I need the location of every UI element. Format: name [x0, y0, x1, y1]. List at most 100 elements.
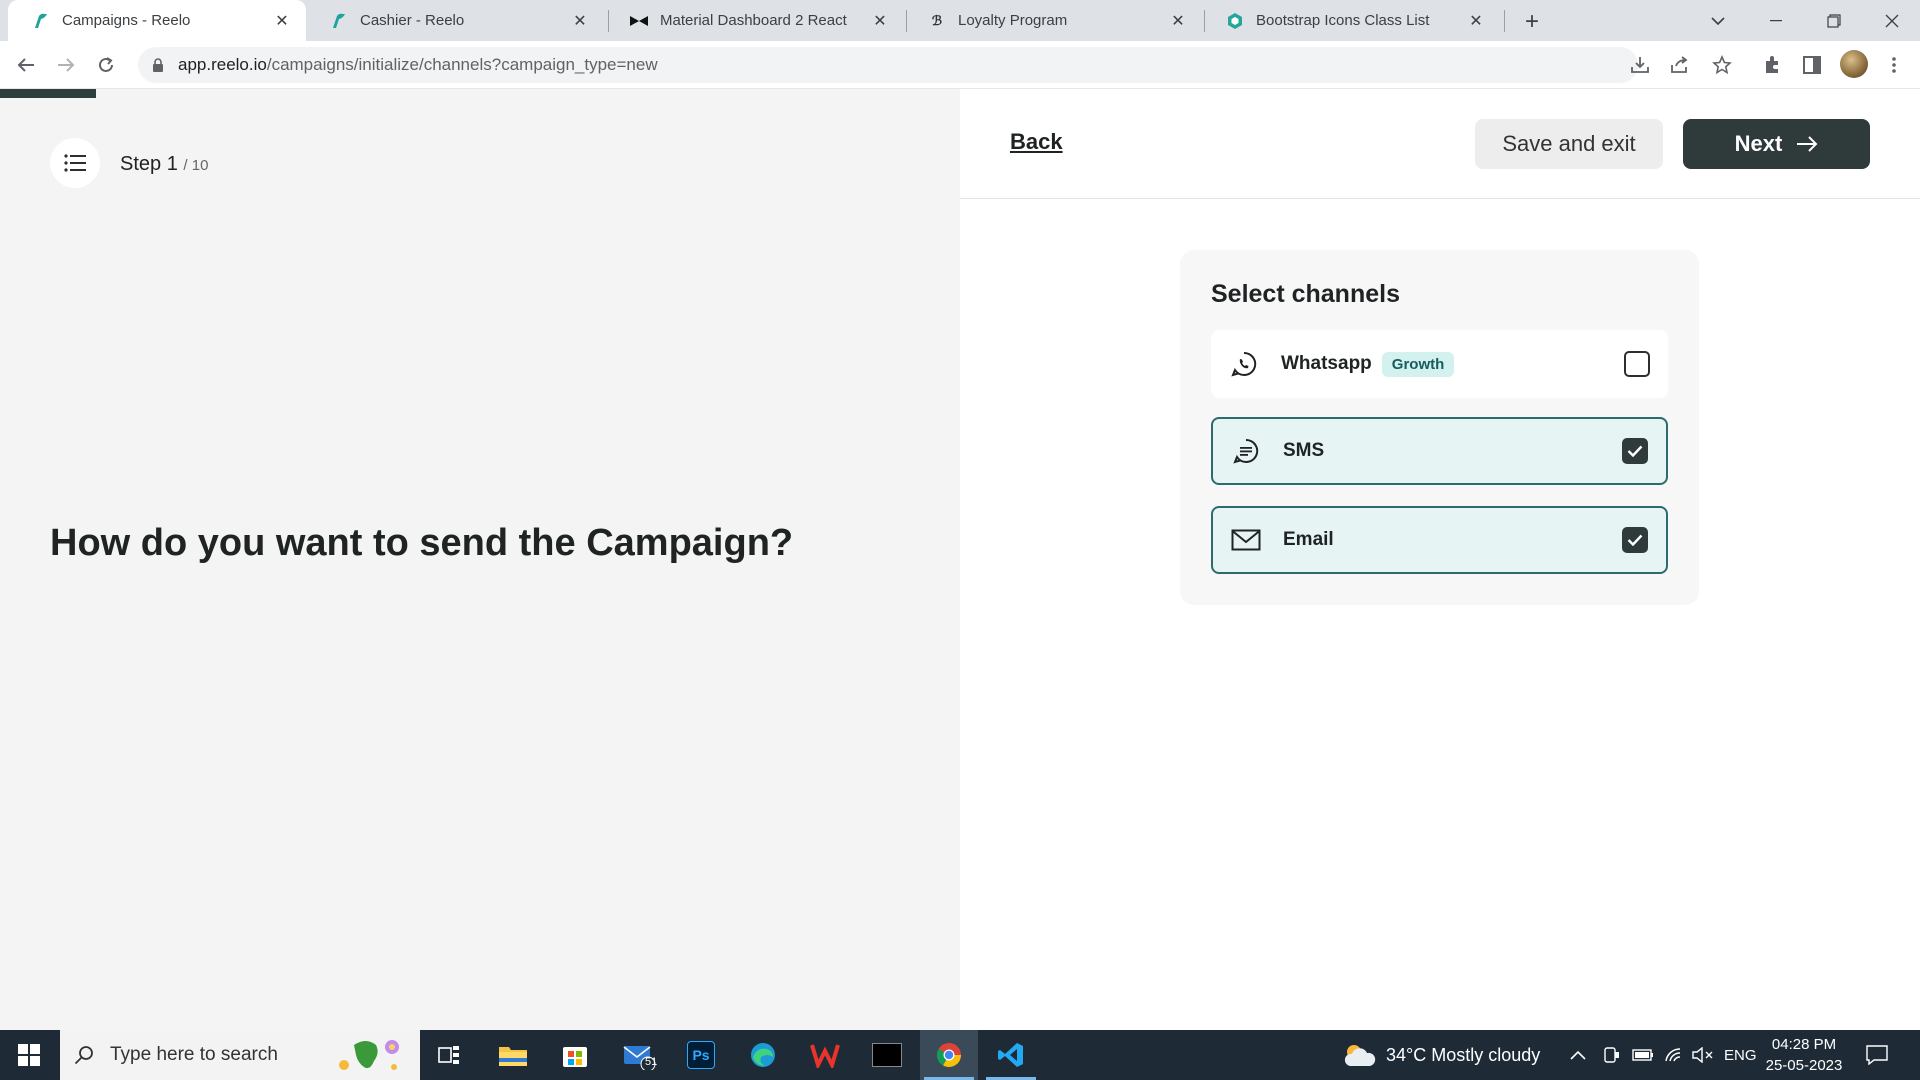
- tab-cashier-reelo[interactable]: Cashier - Reelo ✕: [306, 0, 604, 41]
- lock-icon: [152, 58, 166, 72]
- reelo-icon: [330, 12, 348, 30]
- share-icon[interactable]: [1668, 53, 1692, 77]
- clock[interactable]: 04:28 PM 25-05-2023: [1764, 1034, 1844, 1076]
- channel-option-email[interactable]: Email: [1211, 506, 1668, 574]
- install-app-icon[interactable]: [1628, 53, 1652, 77]
- wps-office-icon[interactable]: [796, 1030, 854, 1080]
- back-arrow-icon[interactable]: [12, 51, 40, 79]
- step-indicator: Step 1 / 10: [120, 153, 208, 176]
- channel-name: SMS: [1283, 440, 1325, 461]
- profile-avatar[interactable]: [1840, 50, 1868, 78]
- search-placeholder: Type here to search: [110, 1044, 278, 1065]
- microsoft-store-icon[interactable]: [546, 1030, 604, 1080]
- mail-icon[interactable]: 51: [610, 1030, 668, 1080]
- close-icon[interactable]: ✕: [272, 11, 292, 31]
- photoshop-icon[interactable]: Ps: [672, 1030, 730, 1080]
- weather-widget[interactable]: 34°C Mostly cloudy: [1342, 1030, 1540, 1080]
- url-text: app.reelo.io/campaigns/initialize/channe…: [178, 55, 658, 74]
- tray-chevron-icon[interactable]: [1570, 1030, 1586, 1080]
- wifi-icon[interactable]: [1664, 1030, 1684, 1080]
- card-title: Select channels: [1211, 280, 1400, 308]
- forward-arrow-icon[interactable]: [52, 51, 80, 79]
- save-and-exit-button[interactable]: Save and exit: [1475, 119, 1663, 169]
- tab-separator: [1504, 10, 1505, 32]
- window-close-button[interactable]: [1864, 0, 1920, 41]
- material-icon: [630, 12, 648, 30]
- arrow-right-icon: [1797, 136, 1818, 152]
- back-link[interactable]: Back: [1010, 129, 1063, 155]
- cloud-sun-icon: [1344, 1045, 1376, 1066]
- search-highlight-icon: [336, 1035, 406, 1075]
- tab-title: Loyalty Program: [958, 12, 1068, 29]
- side-panel-icon[interactable]: [1800, 53, 1824, 77]
- close-icon[interactable]: ✕: [570, 11, 590, 31]
- language-indicator[interactable]: ENG: [1724, 1030, 1757, 1080]
- weather-text: 34°C Mostly cloudy: [1386, 1044, 1541, 1065]
- chrome-icon[interactable]: [920, 1030, 978, 1080]
- address-bar[interactable]: app.reelo.io/campaigns/initialize/channe…: [138, 47, 1638, 83]
- loyalty-icon: ℬ: [931, 12, 943, 28]
- channel-option-whatsapp[interactable]: Whatsapp Growth: [1211, 330, 1668, 398]
- minimize-button[interactable]: [1748, 0, 1804, 41]
- tab-title: Cashier - Reelo: [360, 12, 465, 29]
- reelo-icon: [32, 12, 50, 30]
- mail-badge: 51: [645, 1056, 658, 1068]
- envelope-icon: [1231, 525, 1261, 555]
- file-explorer-icon[interactable]: [484, 1030, 542, 1080]
- windows-taskbar: Type here to search 51 Ps 34°C Mostly cl…: [0, 1030, 1920, 1080]
- vscode-icon[interactable]: [982, 1030, 1040, 1080]
- search-icon: [74, 1046, 93, 1065]
- next-button[interactable]: Next: [1683, 119, 1870, 169]
- save-and-exit-label: Save and exit: [1502, 131, 1636, 156]
- check-icon: [1627, 445, 1643, 457]
- close-icon[interactable]: ✕: [1466, 11, 1486, 31]
- bookmark-star-icon[interactable]: [1710, 53, 1734, 77]
- windows-start-icon[interactable]: [0, 1030, 58, 1080]
- taskbar-search-box[interactable]: Type here to search: [60, 1030, 420, 1080]
- bootstrap-icon: [1226, 12, 1244, 30]
- restore-button[interactable]: [1806, 0, 1862, 41]
- tab-material-dashboard[interactable]: Material Dashboard 2 React ✕: [606, 0, 904, 41]
- step-total: / 10: [183, 157, 209, 174]
- whatsapp-checkbox[interactable]: [1624, 351, 1650, 377]
- terminal-icon[interactable]: [858, 1030, 916, 1080]
- task-view-icon[interactable]: [420, 1030, 478, 1080]
- kebab-menu-icon[interactable]: [1882, 53, 1906, 77]
- tab-title: Material Dashboard 2 React: [660, 12, 847, 29]
- chat-icon: [1231, 436, 1261, 466]
- extensions-icon[interactable]: [1760, 53, 1784, 77]
- browser-toolbar: app.reelo.io/campaigns/initialize/channe…: [0, 41, 1920, 89]
- edge-icon[interactable]: [734, 1030, 792, 1080]
- tab-campaigns-reelo[interactable]: Campaigns - Reelo ✕: [8, 0, 306, 41]
- new-tab-button[interactable]: +: [1518, 8, 1546, 36]
- next-label: Next: [1734, 131, 1783, 156]
- notifications-icon[interactable]: [1866, 1030, 1888, 1080]
- sms-checkbox[interactable]: [1622, 438, 1648, 464]
- clock-date: 25-05-2023: [1765, 1057, 1843, 1074]
- close-icon[interactable]: ✕: [870, 11, 890, 31]
- tab-loyalty-program[interactable]: ℬ Loyalty Program ✕: [904, 0, 1202, 41]
- tab-search-chevron-icon[interactable]: [1690, 0, 1746, 41]
- tab-bootstrap-icons[interactable]: Bootstrap Icons Class List ✕: [1202, 0, 1500, 41]
- meet-now-icon[interactable]: [1602, 1030, 1620, 1080]
- list-icon: [64, 154, 86, 172]
- channel-name: Email: [1283, 529, 1334, 550]
- browser-tab-strip: Campaigns - Reelo ✕ Cashier - Reelo ✕ Ma…: [0, 0, 1920, 41]
- whatsapp-icon: [1229, 349, 1259, 379]
- channel-option-sms[interactable]: SMS: [1211, 417, 1668, 485]
- tab-title: Bootstrap Icons Class List: [1256, 12, 1430, 29]
- steps-list-button[interactable]: [50, 138, 100, 188]
- close-icon[interactable]: ✕: [1168, 11, 1188, 31]
- check-icon: [1627, 534, 1643, 546]
- page-question: How do you want to send the Campaign?: [50, 522, 794, 564]
- progress-bar: [0, 89, 96, 98]
- email-checkbox[interactable]: [1622, 527, 1648, 553]
- volume-mute-icon[interactable]: [1692, 1030, 1714, 1080]
- growth-badge: Growth: [1381, 351, 1455, 377]
- step-current: Step 1: [120, 153, 178, 175]
- tab-title: Campaigns - Reelo: [62, 12, 191, 29]
- reload-icon[interactable]: [92, 51, 120, 79]
- channel-name: Whatsapp: [1281, 353, 1372, 374]
- battery-icon[interactable]: [1632, 1030, 1654, 1080]
- clock-time: 04:28 PM: [1771, 1036, 1837, 1053]
